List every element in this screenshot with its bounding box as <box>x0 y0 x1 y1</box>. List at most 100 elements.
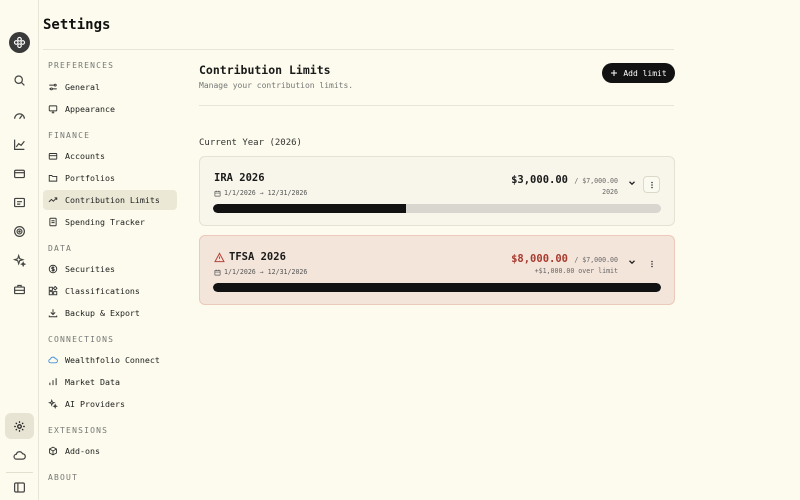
limit-amount: $3,000.00 / $7,000.00 <box>511 174 618 186</box>
nav-item-market-data[interactable]: Market Data <box>43 372 177 392</box>
chart-icon[interactable] <box>5 131 34 157</box>
page-title: Settings <box>43 17 111 33</box>
trend-icon <box>48 197 58 203</box>
progress-track <box>213 204 661 213</box>
progress-track <box>213 283 661 292</box>
dashboard-icon[interactable] <box>5 102 34 128</box>
nav-section-connections: CONNECTIONS <box>48 335 115 344</box>
calendar-icon <box>214 190 221 196</box>
nav-item-label: Market Data <box>65 377 120 387</box>
goals-icon[interactable] <box>5 218 34 244</box>
limit-dates-text: 1/1/2026 → 12/31/2026 <box>224 268 308 276</box>
limit-amount-value: $3,000.00 <box>511 174 568 186</box>
download-icon <box>48 309 58 318</box>
search-icon[interactable] <box>5 67 34 93</box>
wallet-icon[interactable] <box>5 160 34 186</box>
nav-item-classifications[interactable]: Classifications <box>43 281 177 301</box>
nav-item-label: Accounts <box>65 151 105 161</box>
plus-icon <box>611 70 618 76</box>
nav-section-finance: FINANCE <box>48 131 91 140</box>
nav-section-extensions: EXTENSIONS <box>48 426 109 435</box>
limit-card-tfsa[interactable]: TFSA 2026 1/1/2026 → 12/31/2026 $8,000.0… <box>199 235 675 305</box>
sparkles-icon <box>48 399 58 409</box>
chevron-down-icon[interactable] <box>627 178 637 188</box>
nav-item-spending-tracker[interactable]: Spending Tracker <box>43 212 177 232</box>
limit-dates: 1/1/2026 → 12/31/2026 <box>214 189 307 197</box>
add-limit-label: Add limit <box>623 68 667 78</box>
nav-item-label: Appearance <box>65 104 115 114</box>
bar-chart-icon <box>49 378 57 386</box>
limit-name: TFSA 2026 <box>214 251 286 263</box>
cloud-sync-icon <box>48 356 58 364</box>
limit-note: +$1,000.00 over limit <box>534 267 618 275</box>
package-icon <box>49 446 57 456</box>
nav-section-data: DATA <box>48 244 73 253</box>
nav-item-label: Wealthfolio Connect <box>65 355 160 365</box>
nav-item-label: General <box>65 82 100 92</box>
limit-name-text: IRA 2026 <box>214 172 265 184</box>
limit-dates-text: 1/1/2026 → 12/31/2026 <box>224 189 308 197</box>
limit-note: 2026 <box>602 188 618 196</box>
sparkle-icon[interactable] <box>5 247 34 273</box>
section-title: Contribution Limits <box>199 63 331 77</box>
limit-menu-button[interactable] <box>643 255 660 272</box>
title-divider <box>43 49 674 50</box>
nav-section-about: ABOUT <box>48 473 79 482</box>
current-year-label: Current Year (2026) <box>199 138 302 148</box>
chevron-down-icon[interactable] <box>627 257 637 267</box>
nav-item-label: Backup & Export <box>65 308 140 318</box>
nav-item-label: Add-ons <box>65 446 100 456</box>
limit-amount: $8,000.00 / $7,000.00 <box>511 253 618 265</box>
progress-fill <box>213 283 661 292</box>
more-vertical-icon <box>650 260 653 267</box>
nav-item-accounts[interactable]: Accounts <box>43 146 177 166</box>
nav-item-label: Portfolios <box>65 173 115 183</box>
rail-divider <box>6 472 33 473</box>
accounts-icon[interactable] <box>5 189 34 215</box>
cloud-icon[interactable] <box>5 442 34 468</box>
limit-card-ira[interactable]: IRA 2026 1/1/2026 → 12/31/2026 $3,000.00… <box>199 156 675 226</box>
nav-item-label: Classifications <box>65 286 140 296</box>
nav-item-wealthfolio-connect[interactable]: Wealthfolio Connect <box>43 350 177 370</box>
nav-item-general[interactable]: General <box>43 77 177 97</box>
nav-item-contribution-limits[interactable]: Contribution Limits <box>43 190 177 210</box>
monitor-icon <box>48 105 58 114</box>
limit-of-total: / $7,000.00 <box>574 256 618 264</box>
limit-name: IRA 2026 <box>214 172 265 184</box>
receipt-icon <box>49 217 57 227</box>
app-logo-icon[interactable] <box>9 32 30 53</box>
folder-icon <box>48 175 58 182</box>
nav-section-preferences: PREFERENCES <box>48 61 115 70</box>
nav-item-portfolios[interactable]: Portfolios <box>43 168 177 188</box>
limit-menu-button[interactable] <box>643 176 660 193</box>
blocks-icon <box>48 286 58 296</box>
nav-item-appearance[interactable]: Appearance <box>43 99 177 119</box>
add-limit-button[interactable]: Add limit <box>602 63 675 83</box>
card-icon <box>48 153 58 160</box>
nav-item-label: Contribution Limits <box>65 195 160 205</box>
limit-name-text: TFSA 2026 <box>229 251 286 263</box>
limit-amount-value: $8,000.00 <box>511 253 568 265</box>
limit-of-total: / $7,000.00 <box>574 177 618 185</box>
nav-item-label: Spending Tracker <box>65 217 145 227</box>
progress-fill <box>213 204 406 213</box>
section-subtitle: Manage your contribution limits. <box>199 81 354 90</box>
more-vertical-icon <box>650 181 653 188</box>
nav-item-securities[interactable]: Securities <box>43 259 177 279</box>
nav-item-backup-export[interactable]: Backup & Export <box>43 303 177 323</box>
briefcase-icon[interactable] <box>5 276 34 302</box>
nav-item-label: AI Providers <box>65 399 125 409</box>
nav-item-addons[interactable]: Add-ons <box>43 441 177 461</box>
settings-icon[interactable] <box>5 413 34 439</box>
nav-item-label: Securities <box>65 264 115 274</box>
settings-nav: PREFERENCES General Appearance FINANCE A… <box>43 60 177 484</box>
dollar-circle-icon <box>48 264 58 274</box>
warning-icon <box>214 251 225 262</box>
sliders-icon <box>49 83 57 91</box>
limit-dates: 1/1/2026 → 12/31/2026 <box>214 268 307 276</box>
icon-rail <box>0 0 39 500</box>
nav-item-ai-providers[interactable]: AI Providers <box>43 394 177 414</box>
main-divider <box>199 105 674 106</box>
sidebar-toggle-icon[interactable] <box>5 477 34 497</box>
calendar-icon <box>214 269 221 275</box>
